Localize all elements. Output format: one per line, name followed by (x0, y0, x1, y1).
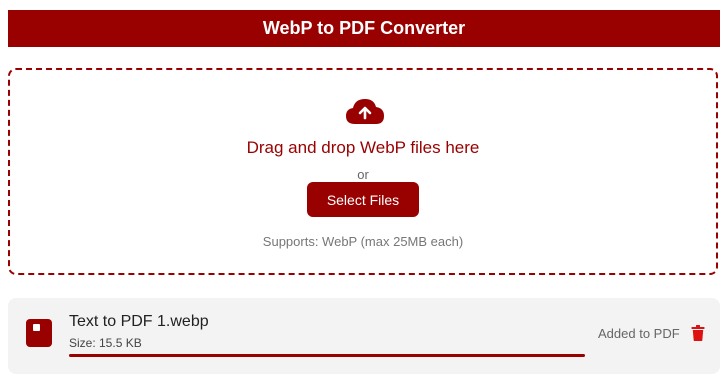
select-files-button[interactable]: Select Files (307, 182, 419, 217)
drop-instruction: Drag and drop WebP files here (246, 138, 480, 157)
file-status: Added to PDF (598, 326, 680, 341)
file-icon (26, 319, 52, 347)
page-title: WebP to PDF Converter (262, 18, 466, 38)
supported-formats-note: Supports: WebP (max 25MB each) (262, 234, 464, 249)
or-separator: or (357, 167, 369, 182)
cloud-upload-icon (346, 99, 384, 124)
upload-progress-fill (69, 354, 585, 357)
file-name: Text to PDF 1.webp (69, 313, 209, 330)
file-size: Size: 15.5 KB (69, 336, 142, 350)
app-header: WebP to PDF Converter (8, 10, 720, 47)
file-dropzone[interactable]: Drag and drop WebP files here or Select … (8, 68, 718, 275)
upload-progress-bar (69, 354, 585, 357)
trash-icon[interactable] (691, 325, 705, 341)
file-list-item: Text to PDF 1.webp Size: 15.5 KB Added t… (8, 298, 720, 374)
